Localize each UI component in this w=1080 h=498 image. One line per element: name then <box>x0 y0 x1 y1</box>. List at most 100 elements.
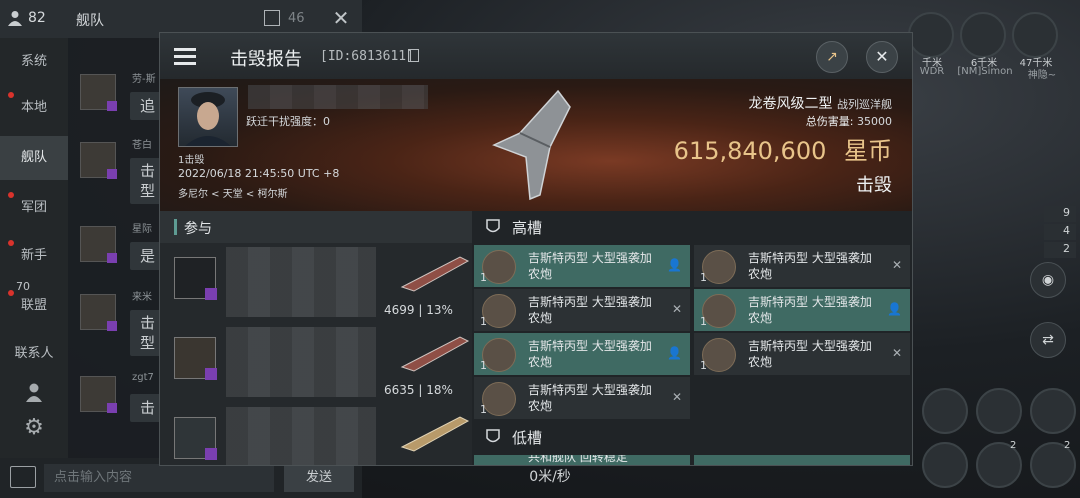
ship-class: 战列巡洋舰 <box>837 98 892 111</box>
slot-item[interactable]: 共和舰队 回转稳定 <box>474 455 690 465</box>
kill-location: 多尼尔 < 天堂 < 柯尔斯 <box>178 189 288 200</box>
destroyed-icon: ✕ <box>891 258 902 272</box>
ship-name: 龙卷风级二型 <box>748 96 833 112</box>
high-slots-label: 高槽 <box>512 219 543 237</box>
keyboard-icon[interactable] <box>10 466 36 488</box>
member-count: 82 <box>28 10 46 26</box>
ship-icon <box>400 333 470 373</box>
unread-count: 46 <box>288 11 305 26</box>
destroyed-icon: ✕ <box>671 390 682 404</box>
target-icon[interactable] <box>1012 12 1058 58</box>
avatar[interactable] <box>80 142 117 179</box>
target-icon[interactable] <box>960 12 1006 58</box>
report-id: [ID:6813611] <box>320 49 414 64</box>
counter: 9 <box>1044 206 1076 222</box>
slot-qty: 1 <box>480 359 487 372</box>
copy-icon[interactable] <box>408 49 419 62</box>
avatar[interactable] <box>80 74 117 111</box>
isk-amount: 615,840,600 <box>673 137 827 165</box>
kill-datetime: 2022/06/18 21:45:50 UTC +8 <box>178 167 340 180</box>
shield-icon <box>486 429 500 445</box>
nav-label: 系统 <box>20 54 47 69</box>
target-icon[interactable] <box>908 12 954 58</box>
slot-name: 吉斯特丙型 大型强袭加农炮 <box>528 383 652 413</box>
result-label: 击毁 <box>856 175 892 196</box>
module-icon[interactable] <box>1030 388 1076 434</box>
ship-render <box>480 87 590 207</box>
module-icon[interactable] <box>922 442 968 488</box>
slot-qty: 1 <box>480 271 487 284</box>
person-icon: 👤 <box>887 302 902 316</box>
cannon-icon <box>482 382 516 416</box>
slot-name: 吉斯特丙型 大型强袭加农炮 <box>528 251 652 281</box>
blurred-participant-name <box>226 327 376 397</box>
destroyed-icon: ✕ <box>671 302 682 316</box>
swap-icon[interactable]: ⇄ <box>1030 322 1066 358</box>
damage-total: 总伤害量: 35000 <box>806 113 892 129</box>
slot-item[interactable]: 1 吉斯特丙型 大型强袭加农炮 ✕ <box>694 245 910 287</box>
blurred-participant-name <box>226 247 376 317</box>
counter: 2 <box>1044 242 1076 258</box>
participant-row[interactable]: 4699 | 13% <box>160 247 470 327</box>
slot-name: 吉斯特丙型 大型强袭加农炮 <box>748 251 872 281</box>
module-count: 2 <box>1064 440 1071 451</box>
slot-item[interactable]: 1 吉斯特丙型 大型强袭加农炮 👤 <box>474 245 690 287</box>
avatar[interactable] <box>80 294 117 331</box>
slot-item[interactable]: 1 吉斯特丙型 大型强袭加农炮 ✕ <box>474 377 690 419</box>
pilot-kills: 1击毁 <box>178 155 205 166</box>
slot-qty: 1 <box>480 403 487 416</box>
slot-qty: 1 <box>480 315 487 328</box>
cannon-icon <box>702 338 736 372</box>
person-icon <box>8 10 22 26</box>
participant-stats: 4699 | 13% <box>384 303 453 317</box>
module-icon[interactable] <box>976 388 1022 434</box>
destroyed-icon: ✕ <box>891 346 902 360</box>
participant-row[interactable] <box>160 407 470 487</box>
slot-name: 吉斯特丙型 大型强袭加农炮 <box>528 339 652 369</box>
target-name: 神隐~ <box>1027 70 1057 81</box>
blurred-participant-name <box>226 407 376 465</box>
participants-header: 参与 <box>160 211 472 243</box>
ship-icon <box>400 253 470 293</box>
menu-icon[interactable] <box>174 45 196 67</box>
participant-row[interactable]: 6635 | 18% <box>160 327 470 407</box>
cannon-icon <box>702 294 736 328</box>
module-rack: 2 2 <box>918 386 1080 498</box>
slot-name: 共和舰队 回转稳定 <box>528 455 628 464</box>
share-icon[interactable]: ↗ <box>816 41 848 73</box>
slot-item[interactable]: 1 吉斯特丙型 大型强袭加农炮 👤 <box>474 333 690 375</box>
speed-readout: 0米/秒 <box>529 469 571 485</box>
warp-disrupt: 跃迁干扰强度：0 <box>246 115 330 128</box>
slot-name: 吉斯特丙型 大型强袭加农炮 <box>528 295 652 325</box>
high-slots-header: 高槽 <box>472 211 912 243</box>
low-slots-label: 低槽 <box>512 429 543 447</box>
slot-item[interactable]: 1 吉斯特丙型 大型强袭加农炮 ✕ <box>474 289 690 331</box>
close-icon[interactable]: ✕ <box>866 41 898 73</box>
slot-item[interactable]: 1 吉斯特丙型 大型强袭加农炮 👤 <box>694 289 910 331</box>
avatar[interactable] <box>80 376 117 413</box>
message-sender: zgt7 <box>132 372 154 383</box>
shield-icon <box>486 219 500 235</box>
participant-stats: 6635 | 18% <box>384 383 453 397</box>
window-titlebar: 击毁报告 [ID:6813611] ↗ ✕ <box>160 33 912 79</box>
cannon-icon <box>702 250 736 284</box>
avatar <box>174 257 217 300</box>
damage-label: 总伤害量: <box>805 115 854 128</box>
blurred-pilot-name <box>248 85 428 109</box>
avatar[interactable] <box>80 226 117 263</box>
eye-icon[interactable]: ◉ <box>1030 262 1066 298</box>
avatar <box>174 337 217 380</box>
slot-item[interactable]: 1 吉斯特丙型 大型强袭加农炮 ✕ <box>694 333 910 375</box>
message-sender: 星际 <box>132 224 152 235</box>
hud-counters: 9 4 2 <box>1044 206 1076 260</box>
cannon-icon <box>482 250 516 284</box>
target-name: WDR <box>919 66 945 77</box>
participants-panel: 参与 4699 | 13% 6635 | 18% <box>160 211 472 465</box>
cannon-icon <box>482 294 516 328</box>
close-icon[interactable]: ✕ <box>328 5 354 31</box>
slot-item[interactable] <box>694 455 910 465</box>
module-icon[interactable] <box>922 388 968 434</box>
counter: 4 <box>1044 224 1076 240</box>
new-window-icon[interactable] <box>264 10 280 26</box>
slot-qty: 1 <box>700 271 707 284</box>
